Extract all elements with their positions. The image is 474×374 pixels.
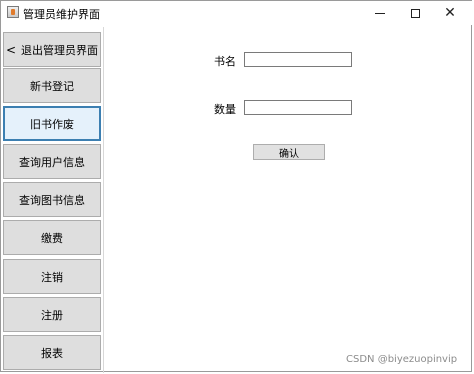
query-user-info-button[interactable]: 查询用户信息 (3, 144, 101, 179)
panel-divider (103, 27, 104, 373)
book-name-input[interactable] (244, 52, 352, 67)
discard-old-book-label: 旧书作废 (30, 117, 74, 131)
query-book-info-label: 查询图书信息 (19, 193, 85, 207)
register-label: 注册 (41, 308, 63, 322)
java-app-icon (7, 6, 19, 18)
chevron-left-icon: < (5, 42, 17, 57)
maximize-icon (410, 8, 420, 18)
minimize-icon (375, 12, 385, 14)
query-user-info-label: 查询用户信息 (19, 155, 85, 169)
exit-admin-label: 退出管理员界面 (21, 43, 99, 57)
register-button[interactable]: 注册 (3, 297, 101, 332)
maximize-button[interactable] (398, 1, 432, 25)
confirm-button[interactable]: 确认 (253, 144, 325, 160)
new-book-register-button[interactable]: 新书登记 (3, 68, 101, 103)
csdn-watermark: CSDN @biyezuopinvip (346, 354, 458, 365)
payment-button[interactable]: 缴费 (3, 220, 101, 255)
cancel-account-label: 注销 (41, 270, 63, 284)
app-window: 管理员维护界面 ✕ < 退出管理员界面 新书登记 旧书作废 查询用户信息 查询图… (0, 0, 473, 373)
close-button[interactable]: ✕ (433, 1, 467, 25)
book-name-label: 书名 (214, 55, 236, 68)
new-book-register-label: 新书登记 (30, 79, 74, 93)
cancel-account-button[interactable]: 注销 (3, 259, 101, 294)
exit-admin-button[interactable]: < 退出管理员界面 (3, 32, 101, 67)
quantity-input[interactable] (244, 100, 352, 115)
minimize-button[interactable] (363, 1, 397, 25)
report-label: 报表 (41, 346, 63, 360)
payment-label: 缴费 (41, 231, 63, 245)
quantity-label: 数量 (214, 103, 236, 116)
title-bar[interactable]: 管理员维护界面 ✕ (1, 1, 473, 25)
confirm-label: 确认 (279, 148, 299, 160)
discard-old-book-button[interactable]: 旧书作废 (3, 106, 101, 141)
window-title: 管理员维护界面 (23, 8, 100, 21)
report-button[interactable]: 报表 (3, 335, 101, 370)
query-book-info-button[interactable]: 查询图书信息 (3, 182, 101, 217)
sidebar: < 退出管理员界面 新书登记 旧书作废 查询用户信息 查询图书信息 缴费 注销 … (2, 31, 102, 371)
close-icon: ✕ (444, 5, 456, 21)
